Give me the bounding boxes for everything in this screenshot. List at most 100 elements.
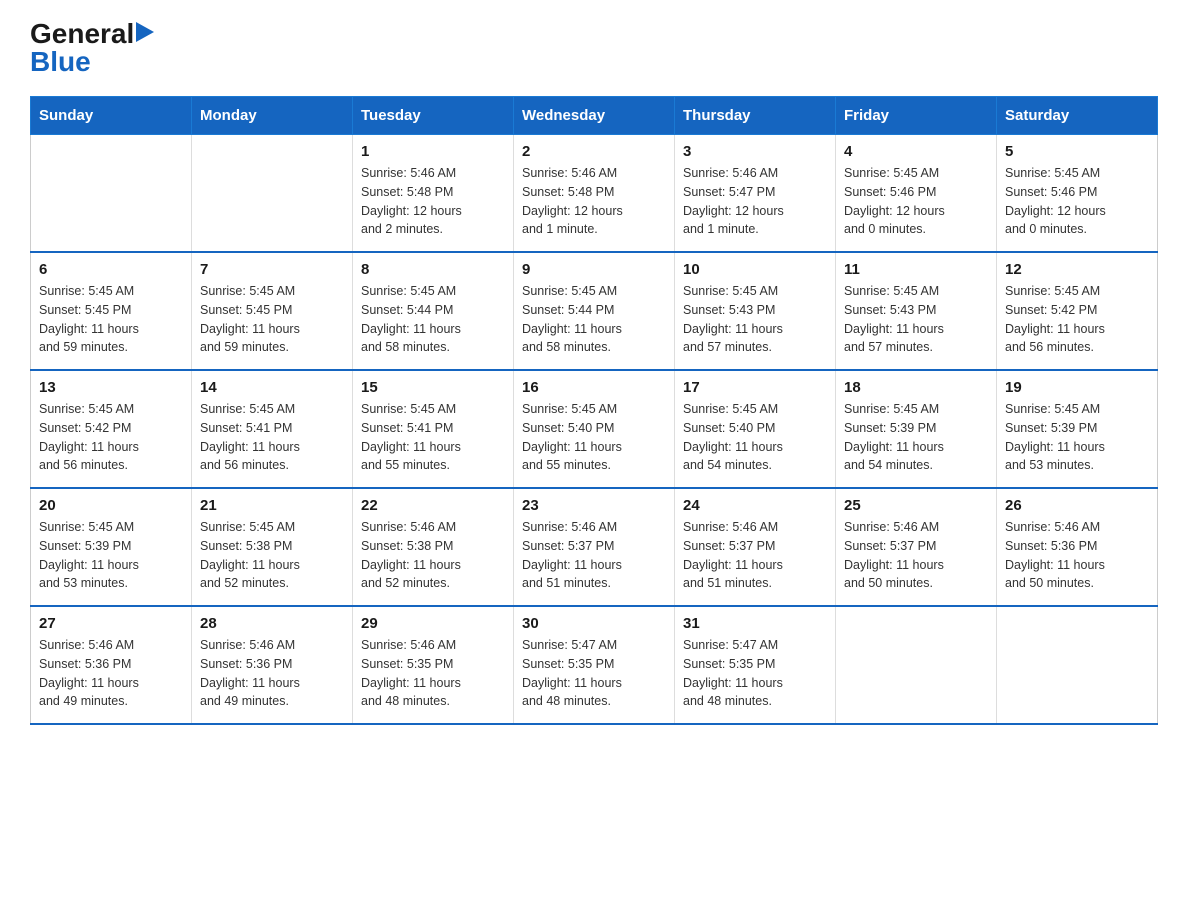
logo-general-text: General xyxy=(30,20,134,48)
weekday-header-tuesday: Tuesday xyxy=(353,97,514,135)
calendar-week-1: 1 Sunrise: 5:46 AMSunset: 5:48 PMDaylight… xyxy=(31,135,1158,253)
day-number: 26 xyxy=(1005,497,1149,514)
day-number: 5 xyxy=(1005,143,1149,160)
calendar-cell: 3 Sunrise: 5:46 AMSunset: 5:47 PMDaylight… xyxy=(675,135,836,253)
calendar-cell: 1 Sunrise: 5:46 AMSunset: 5:48 PMDaylight… xyxy=(353,135,514,253)
calendar-cell: 5 Sunrise: 5:45 AMSunset: 5:46 PMDaylight… xyxy=(997,135,1158,253)
day-info: Sunrise: 5:45 AMSunset: 5:46 PMDaylight:… xyxy=(844,164,988,239)
calendar-week-3: 13 Sunrise: 5:45 AMSunset: 5:42 PMDayligh… xyxy=(31,370,1158,488)
calendar-cell: 26 Sunrise: 5:46 AMSunset: 5:36 PMDayligh… xyxy=(997,488,1158,606)
day-number: 22 xyxy=(361,497,505,514)
calendar-cell: 29 Sunrise: 5:46 AMSunset: 5:35 PMDayligh… xyxy=(353,606,514,724)
day-number: 6 xyxy=(39,261,183,278)
day-info: Sunrise: 5:46 AMSunset: 5:36 PMDaylight:… xyxy=(1005,518,1149,593)
weekday-header-wednesday: Wednesday xyxy=(514,97,675,135)
calendar-week-2: 6 Sunrise: 5:45 AMSunset: 5:45 PMDaylight… xyxy=(31,252,1158,370)
logo-arrow-icon xyxy=(136,22,154,42)
weekday-header-thursday: Thursday xyxy=(675,97,836,135)
day-info: Sunrise: 5:46 AMSunset: 5:38 PMDaylight:… xyxy=(361,518,505,593)
day-number: 11 xyxy=(844,261,988,278)
day-info: Sunrise: 5:46 AMSunset: 5:36 PMDaylight:… xyxy=(200,636,344,711)
weekday-header-monday: Monday xyxy=(192,97,353,135)
day-info: Sunrise: 5:45 AMSunset: 5:40 PMDaylight:… xyxy=(522,400,666,475)
day-number: 25 xyxy=(844,497,988,514)
day-info: Sunrise: 5:46 AMSunset: 5:37 PMDaylight:… xyxy=(844,518,988,593)
day-info: Sunrise: 5:45 AMSunset: 5:39 PMDaylight:… xyxy=(844,400,988,475)
calendar-cell: 15 Sunrise: 5:45 AMSunset: 5:41 PMDayligh… xyxy=(353,370,514,488)
day-info: Sunrise: 5:45 AMSunset: 5:44 PMDaylight:… xyxy=(361,282,505,357)
day-info: Sunrise: 5:46 AMSunset: 5:47 PMDaylight:… xyxy=(683,164,827,239)
day-number: 15 xyxy=(361,379,505,396)
day-info: Sunrise: 5:45 AMSunset: 5:43 PMDaylight:… xyxy=(683,282,827,357)
day-number: 8 xyxy=(361,261,505,278)
day-number: 24 xyxy=(683,497,827,514)
calendar-week-5: 27 Sunrise: 5:46 AMSunset: 5:36 PMDayligh… xyxy=(31,606,1158,724)
calendar-cell xyxy=(31,135,192,253)
day-info: Sunrise: 5:46 AMSunset: 5:48 PMDaylight:… xyxy=(361,164,505,239)
day-number: 23 xyxy=(522,497,666,514)
day-number: 1 xyxy=(361,143,505,160)
day-info: Sunrise: 5:45 AMSunset: 5:38 PMDaylight:… xyxy=(200,518,344,593)
day-number: 2 xyxy=(522,143,666,160)
calendar-table: SundayMondayTuesdayWednesdayThursdayFrid… xyxy=(30,96,1158,725)
calendar-cell: 14 Sunrise: 5:45 AMSunset: 5:41 PMDayligh… xyxy=(192,370,353,488)
day-number: 10 xyxy=(683,261,827,278)
logo-blue-text: Blue xyxy=(30,46,91,77)
calendar-cell xyxy=(836,606,997,724)
calendar-cell: 22 Sunrise: 5:46 AMSunset: 5:38 PMDayligh… xyxy=(353,488,514,606)
day-info: Sunrise: 5:45 AMSunset: 5:39 PMDaylight:… xyxy=(1005,400,1149,475)
calendar-cell: 13 Sunrise: 5:45 AMSunset: 5:42 PMDayligh… xyxy=(31,370,192,488)
calendar-cell: 2Sunrise: 5:46 AMSunset: 5:48 PMDaylight… xyxy=(514,135,675,253)
calendar-cell: 21 Sunrise: 5:45 AMSunset: 5:38 PMDayligh… xyxy=(192,488,353,606)
day-info: Sunrise: 5:45 AMSunset: 5:44 PMDaylight:… xyxy=(522,282,666,357)
day-number: 27 xyxy=(39,615,183,632)
day-info: Sunrise: 5:45 AMSunset: 5:45 PMDaylight:… xyxy=(200,282,344,357)
day-number: 21 xyxy=(200,497,344,514)
calendar-week-4: 20Sunrise: 5:45 AMSunset: 5:39 PMDayligh… xyxy=(31,488,1158,606)
day-info: Sunrise: 5:46 AMSunset: 5:35 PMDaylight:… xyxy=(361,636,505,711)
day-number: 13 xyxy=(39,379,183,396)
day-number: 30 xyxy=(522,615,666,632)
day-info: Sunrise: 5:46 AMSunset: 5:36 PMDaylight:… xyxy=(39,636,183,711)
calendar-cell: 19 Sunrise: 5:45 AMSunset: 5:39 PMDayligh… xyxy=(997,370,1158,488)
calendar-cell: 12 Sunrise: 5:45 AMSunset: 5:42 PMDayligh… xyxy=(997,252,1158,370)
calendar-cell: 24 Sunrise: 5:46 AMSunset: 5:37 PMDayligh… xyxy=(675,488,836,606)
calendar-cell: 27 Sunrise: 5:46 AMSunset: 5:36 PMDayligh… xyxy=(31,606,192,724)
calendar-cell: 10 Sunrise: 5:45 AMSunset: 5:43 PMDayligh… xyxy=(675,252,836,370)
day-info: Sunrise: 5:45 AMSunset: 5:42 PMDaylight:… xyxy=(39,400,183,475)
calendar-cell: 23Sunrise: 5:46 AMSunset: 5:37 PMDayligh… xyxy=(514,488,675,606)
day-info: Sunrise: 5:47 AMSunset: 5:35 PMDaylight:… xyxy=(522,636,666,711)
calendar-cell xyxy=(997,606,1158,724)
calendar-cell: 31Sunrise: 5:47 AMSunset: 5:35 PMDayligh… xyxy=(675,606,836,724)
day-info: Sunrise: 5:45 AMSunset: 5:39 PMDaylight:… xyxy=(39,518,183,593)
day-number: 12 xyxy=(1005,261,1149,278)
calendar-cell: 25 Sunrise: 5:46 AMSunset: 5:37 PMDayligh… xyxy=(836,488,997,606)
calendar-cell: 9 Sunrise: 5:45 AMSunset: 5:44 PMDaylight… xyxy=(514,252,675,370)
day-number: 4 xyxy=(844,143,988,160)
day-info: Sunrise: 5:45 AMSunset: 5:41 PMDaylight:… xyxy=(361,400,505,475)
weekday-header-saturday: Saturday xyxy=(997,97,1158,135)
day-number: 19 xyxy=(1005,379,1149,396)
day-info: Sunrise: 5:45 AMSunset: 5:42 PMDaylight:… xyxy=(1005,282,1149,357)
logo: General Blue xyxy=(30,20,154,76)
day-info: Sunrise: 5:46 AMSunset: 5:37 PMDaylight:… xyxy=(683,518,827,593)
day-info: Sunrise: 5:45 AMSunset: 5:43 PMDaylight:… xyxy=(844,282,988,357)
page-header: General Blue xyxy=(30,20,1158,76)
day-number: 14 xyxy=(200,379,344,396)
day-number: 17 xyxy=(683,379,827,396)
day-number: 29 xyxy=(361,615,505,632)
day-number: 7 xyxy=(200,261,344,278)
calendar-cell: 11 Sunrise: 5:45 AMSunset: 5:43 PMDayligh… xyxy=(836,252,997,370)
calendar-body: 1 Sunrise: 5:46 AMSunset: 5:48 PMDaylight… xyxy=(31,135,1158,725)
day-number: 16 xyxy=(522,379,666,396)
day-number: 3 xyxy=(683,143,827,160)
day-info: Sunrise: 5:45 AMSunset: 5:46 PMDaylight:… xyxy=(1005,164,1149,239)
calendar-cell: 7 Sunrise: 5:45 AMSunset: 5:45 PMDaylight… xyxy=(192,252,353,370)
day-number: 9 xyxy=(522,261,666,278)
weekday-header-sunday: Sunday xyxy=(31,97,192,135)
day-number: 18 xyxy=(844,379,988,396)
calendar-cell: 6Sunrise: 5:45 AMSunset: 5:45 PMDaylight… xyxy=(31,252,192,370)
day-number: 28 xyxy=(200,615,344,632)
calendar-cell: 16 Sunrise: 5:45 AMSunset: 5:40 PMDayligh… xyxy=(514,370,675,488)
day-info: Sunrise: 5:45 AMSunset: 5:41 PMDaylight:… xyxy=(200,400,344,475)
